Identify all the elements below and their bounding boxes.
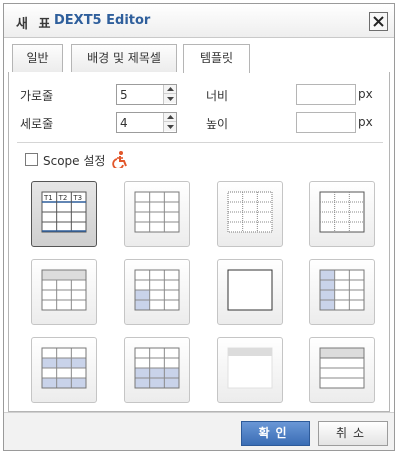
height-input[interactable] bbox=[296, 112, 356, 133]
template-preview-icon bbox=[319, 347, 365, 389]
template-preview-icon bbox=[41, 347, 87, 389]
template-plain-grid[interactable] bbox=[124, 181, 190, 247]
template-preview-icon bbox=[319, 269, 365, 311]
arrow-down-icon bbox=[166, 96, 174, 101]
template-blue-bottom-rows[interactable] bbox=[124, 337, 190, 403]
template-left-column-full[interactable] bbox=[309, 259, 375, 325]
rows-value[interactable]: 4 bbox=[120, 116, 128, 130]
template-preview-icon bbox=[227, 269, 273, 311]
template-dotted-grid[interactable] bbox=[309, 181, 375, 247]
rows-up-button[interactable] bbox=[164, 113, 176, 122]
cols-label: 가로줄 bbox=[20, 89, 54, 103]
template-header-labeled[interactable]: T1 T2 T3 bbox=[31, 181, 97, 247]
template-preview-icon: T1 T2 T3 bbox=[41, 191, 87, 233]
dialog-titlebar: 새 표 DEXT5 Editor bbox=[4, 4, 394, 38]
cols-up-button[interactable] bbox=[164, 85, 176, 94]
rows-down-button[interactable] bbox=[164, 122, 176, 131]
template-horizontal-lines[interactable] bbox=[309, 337, 375, 403]
close-icon bbox=[373, 16, 384, 27]
template-empty-box[interactable] bbox=[217, 259, 283, 325]
template-dotted-border[interactable] bbox=[217, 181, 283, 247]
template-preview-icon bbox=[319, 191, 365, 233]
template-header-label: T1 bbox=[43, 194, 53, 202]
tab-template[interactable]: 템플릿 bbox=[183, 44, 250, 73]
height-label: 높이 bbox=[206, 117, 229, 131]
rows-label: 세로줄 bbox=[20, 117, 54, 131]
template-panel: 가로줄 5 너비 px 세로줄 4 높이 px Scope 설정 T1 T2 T… bbox=[8, 72, 390, 412]
template-preview-icon bbox=[134, 347, 180, 389]
scope-label[interactable]: Scope 설정 bbox=[43, 152, 105, 169]
dialog-title: 새 표 bbox=[16, 17, 54, 32]
cols-down-button[interactable] bbox=[164, 94, 176, 103]
template-preview-icon bbox=[227, 347, 273, 389]
scope-checkbox[interactable] bbox=[25, 153, 38, 166]
cancel-button[interactable]: 취소 bbox=[318, 421, 388, 446]
rows-spinner[interactable]: 4 bbox=[116, 112, 177, 133]
arrow-up-icon bbox=[166, 87, 174, 91]
template-header-label: T2 bbox=[58, 194, 68, 202]
cols-value[interactable]: 5 bbox=[120, 88, 128, 102]
template-header-label: T3 bbox=[72, 194, 82, 202]
close-button[interactable] bbox=[369, 12, 388, 31]
template-left-column-half[interactable] bbox=[124, 259, 190, 325]
template-preview-icon bbox=[227, 191, 273, 233]
divider bbox=[17, 142, 383, 143]
height-unit: px bbox=[358, 115, 373, 129]
dialog-title-product: DEXT5 Editor bbox=[54, 13, 151, 28]
accessibility-icon bbox=[112, 151, 127, 168]
new-table-dialog: 새 표 DEXT5 Editor 일반 배경 및 제목셀 템플릿 가로줄 5 너… bbox=[3, 3, 395, 451]
arrow-down-icon bbox=[166, 124, 174, 129]
ok-button[interactable]: 확인 bbox=[241, 421, 310, 446]
dialog-footer: 확인 취소 bbox=[4, 412, 394, 450]
width-unit: px bbox=[358, 87, 373, 101]
template-preview-icon bbox=[134, 269, 180, 311]
width-label: 너비 bbox=[206, 89, 229, 103]
tab-background-header[interactable]: 배경 및 제목셀 bbox=[71, 44, 177, 72]
template-preview-icon bbox=[134, 191, 180, 233]
template-preview-icon bbox=[41, 269, 87, 311]
template-gray-header-bar[interactable] bbox=[217, 337, 283, 403]
tab-general[interactable]: 일반 bbox=[12, 44, 63, 72]
tab-bar: 일반 배경 및 제목셀 템플릿 bbox=[12, 44, 390, 73]
cols-spinner[interactable]: 5 bbox=[116, 84, 177, 105]
width-input[interactable] bbox=[296, 84, 356, 105]
arrow-up-icon bbox=[166, 115, 174, 119]
template-top-header-row[interactable] bbox=[31, 259, 97, 325]
template-blue-bands[interactable] bbox=[31, 337, 97, 403]
